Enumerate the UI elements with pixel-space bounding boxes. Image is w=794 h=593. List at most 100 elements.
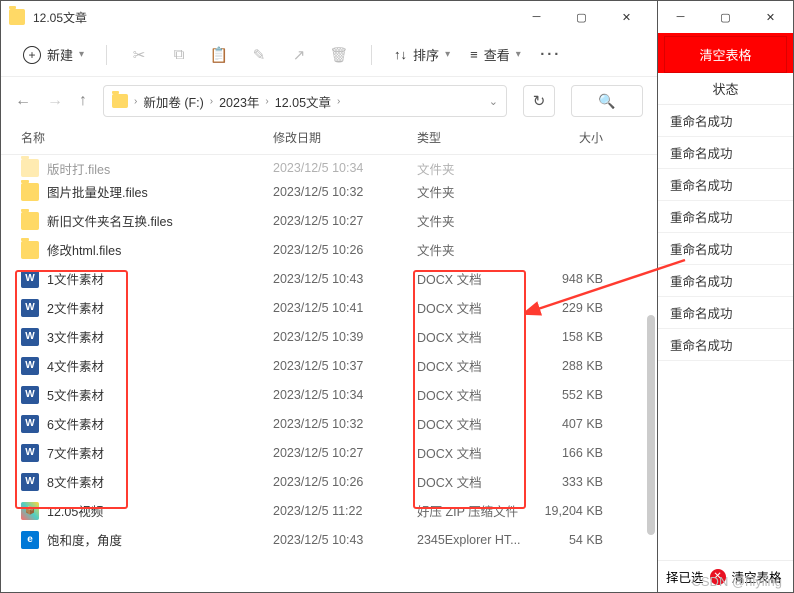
copy-icon[interactable]: ⧉: [161, 39, 197, 71]
title-bar: 12.05文章 ─ ▢ ✕: [1, 1, 657, 33]
file-date: 2023/12/5 10:26: [273, 475, 417, 489]
file-date: 2023/12/5 11:22: [273, 504, 417, 518]
file-row[interactable]: 新旧文件夹名互换.files2023/12/5 10:27文件夹: [1, 206, 657, 235]
docx-icon: W: [21, 328, 39, 346]
docx-icon: W: [21, 386, 39, 404]
folder-icon: [9, 9, 25, 25]
docx-icon: W: [21, 299, 39, 317]
file-type: DOCX 文档: [417, 356, 533, 375]
file-type: 文件夹: [417, 182, 533, 201]
file-row[interactable]: W3文件素材2023/12/5 10:39DOCX 文档158 KB: [1, 322, 657, 351]
file-name: 图片批量处理.files: [47, 182, 273, 201]
file-row[interactable]: W2文件素材2023/12/5 10:41DOCX 文档229 KB: [1, 293, 657, 322]
file-row[interactable]: 修改html.files2023/12/5 10:26文件夹: [1, 235, 657, 264]
file-type: DOCX 文档: [417, 327, 533, 346]
cut-icon[interactable]: ✂: [121, 39, 157, 71]
file-name: 2文件素材: [47, 298, 273, 317]
html-icon: e: [21, 531, 39, 549]
chevron-down-icon: ▾: [445, 49, 450, 60]
window-title: 12.05文章: [33, 9, 87, 26]
chevron-down-icon: ▾: [79, 49, 84, 60]
file-date: 2023/12/5 10:32: [273, 185, 417, 199]
file-row[interactable]: W1文件素材2023/12/5 10:43DOCX 文档948 KB: [1, 264, 657, 293]
file-size: 166 KB: [533, 446, 603, 460]
refresh-button[interactable]: ↻: [523, 85, 555, 117]
close-button[interactable]: ✕: [748, 1, 793, 33]
new-button[interactable]: + 新建 ▾: [15, 41, 92, 68]
maximize-button[interactable]: ▢: [559, 1, 604, 33]
sort-label: 排序: [413, 45, 439, 64]
file-date: 2023/12/5 10:34: [273, 388, 417, 402]
file-type: DOCX 文档: [417, 443, 533, 462]
side-title-bar: ─ ▢ ✕: [658, 1, 793, 33]
scrollbar[interactable]: [647, 315, 655, 535]
status-header: 状态: [658, 73, 793, 105]
docx-icon: W: [21, 415, 39, 433]
file-name: 4文件素材: [47, 356, 273, 375]
breadcrumb-item[interactable]: 12.05文章: [275, 92, 331, 111]
rename-icon[interactable]: ✎: [241, 39, 277, 71]
file-name: 1文件素材: [47, 269, 273, 288]
col-name[interactable]: 名称: [21, 129, 273, 146]
file-type: 文件夹: [417, 240, 533, 259]
file-row[interactable]: W6文件素材2023/12/5 10:32DOCX 文档407 KB: [1, 409, 657, 438]
back-button[interactable]: ←: [15, 92, 31, 110]
chevron-down-icon: ▾: [516, 49, 521, 60]
file-date: 2023/12/5 10:26: [273, 243, 417, 257]
delete-icon[interactable]: 🗑: [321, 39, 357, 71]
status-row: 重命名成功: [658, 169, 793, 201]
toolbar: + 新建 ▾ ✂ ⧉ 📋 ✎ ↗ 🗑 ↑↓ 排序 ▾ ≡ 查看 ▾ ···: [1, 33, 657, 77]
more-button[interactable]: ···: [533, 39, 569, 71]
folder-icon: [21, 183, 39, 201]
file-size: 333 KB: [533, 475, 603, 489]
chevron-right-icon: ›: [210, 96, 213, 107]
col-date[interactable]: 修改日期: [273, 129, 417, 146]
minimize-button[interactable]: ─: [514, 1, 559, 33]
breadcrumb-item[interactable]: 新加卷 (F:): [143, 92, 203, 111]
file-row[interactable]: 版时打.files 2023/12/5 10:34 文件夹: [1, 159, 657, 177]
up-button[interactable]: ↑: [79, 92, 87, 110]
file-type: DOCX 文档: [417, 385, 533, 404]
file-row[interactable]: 📦12.05视频2023/12/5 11:22好压 ZIP 压缩文件19,204…: [1, 496, 657, 525]
view-button[interactable]: ≡ 查看 ▾: [462, 41, 529, 68]
breadcrumb-item[interactable]: 2023年: [219, 92, 259, 111]
file-type: 好压 ZIP 压缩文件: [417, 501, 533, 520]
file-list: 版时打.files 2023/12/5 10:34 文件夹 图片批量处理.fil…: [1, 155, 657, 592]
file-type: DOCX 文档: [417, 472, 533, 491]
minimize-button[interactable]: ─: [658, 1, 703, 33]
file-row[interactable]: W8文件素材2023/12/5 10:26DOCX 文档333 KB: [1, 467, 657, 496]
close-button[interactable]: ✕: [604, 1, 649, 33]
file-explorer-window: 12.05文章 ─ ▢ ✕ + 新建 ▾ ✂ ⧉ 📋 ✎ ↗ 🗑 ↑↓: [0, 0, 658, 593]
file-name: 8文件素材: [47, 472, 273, 491]
forward-button[interactable]: →: [47, 92, 63, 110]
maximize-button[interactable]: ▢: [703, 1, 748, 33]
file-name: 6文件素材: [47, 414, 273, 433]
col-type[interactable]: 类型: [417, 129, 533, 146]
col-size[interactable]: 大小: [533, 129, 603, 146]
column-headers: 名称 修改日期 类型 大小: [1, 125, 657, 155]
file-name: 5文件素材: [47, 385, 273, 404]
watermark: CSDN @hlyling: [692, 574, 783, 589]
file-row[interactable]: 图片批量处理.files2023/12/5 10:32文件夹: [1, 177, 657, 206]
file-name: 版时打.files: [47, 159, 273, 178]
file-row[interactable]: W5文件素材2023/12/5 10:34DOCX 文档552 KB: [1, 380, 657, 409]
paste-icon[interactable]: 📋: [201, 39, 237, 71]
share-icon[interactable]: ↗: [281, 39, 317, 71]
file-row[interactable]: W4文件素材2023/12/5 10:37DOCX 文档288 KB: [1, 351, 657, 380]
file-type: DOCX 文档: [417, 414, 533, 433]
file-date: 2023/12/5 10:43: [273, 272, 417, 286]
clear-table-button[interactable]: 清空表格: [664, 36, 787, 73]
file-row[interactable]: e饱和度，角度2023/12/5 10:432345Explorer HT...…: [1, 525, 657, 554]
sort-button[interactable]: ↑↓ 排序 ▾: [386, 41, 458, 68]
view-icon: ≡: [470, 47, 478, 62]
breadcrumb[interactable]: › 新加卷 (F:) › 2023年 › 12.05文章 › ⌄: [103, 85, 507, 117]
file-size: 948 KB: [533, 272, 603, 286]
status-row: 重命名成功: [658, 297, 793, 329]
search-input[interactable]: 🔍: [571, 85, 643, 117]
docx-icon: W: [21, 270, 39, 288]
chevron-down-icon[interactable]: ⌄: [489, 95, 498, 108]
status-row: 重命名成功: [658, 329, 793, 361]
file-type: 2345Explorer HT...: [417, 533, 533, 547]
file-row[interactable]: W7文件素材2023/12/5 10:27DOCX 文档166 KB: [1, 438, 657, 467]
file-name: 12.05视频: [47, 501, 273, 520]
